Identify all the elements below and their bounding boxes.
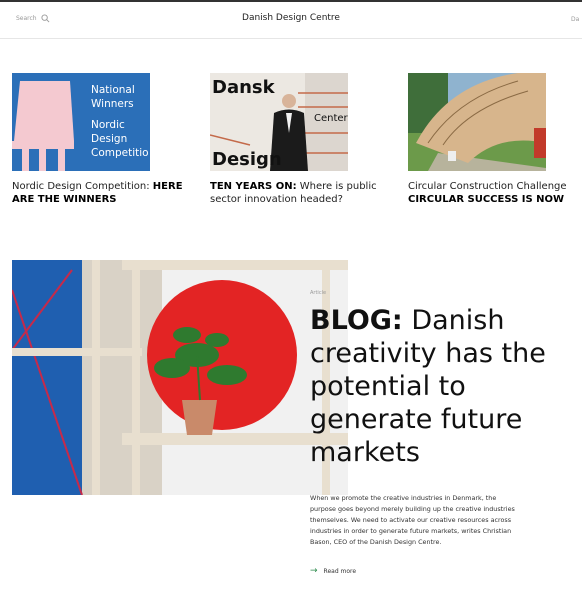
pavilion-photo xyxy=(408,73,546,171)
caption-lead: Nordic Design Competition: xyxy=(12,181,153,192)
card-image-ten-years[interactable]: Dansk Center Design xyxy=(210,73,348,171)
read-more-link[interactable]: → Read more xyxy=(310,566,570,576)
featured-article-image[interactable] xyxy=(12,260,348,495)
featured-article: Article BLOG: Danish creativity has the … xyxy=(310,290,570,576)
image-text: Nordic xyxy=(91,119,125,131)
site-header: Search Danish Design Centre Da xyxy=(0,2,582,39)
image-text: Design xyxy=(91,133,128,145)
news-card-circular[interactable]: Circular Construction Challenge CIRCULAR… xyxy=(408,73,567,205)
card-caption[interactable]: Nordic Design Competition: HERE ARE THE … xyxy=(12,180,192,206)
site-title[interactable]: Danish Design Centre xyxy=(0,13,582,23)
card-caption[interactable]: Circular Construction Challenge CIRCULAR… xyxy=(408,180,582,206)
image-text: National xyxy=(91,84,135,96)
news-card-ten-years[interactable]: Dansk Center Design TEN YEARS ON: Where … xyxy=(210,73,377,205)
article-title-bold: BLOG: xyxy=(310,305,403,336)
image-text: Design xyxy=(212,149,282,170)
article-label: Article xyxy=(310,290,327,296)
card-image-nordic-design[interactable]: National Winners Nordic Design Competiti… xyxy=(12,73,150,171)
image-text: Dansk xyxy=(212,77,275,98)
image-text: Winners xyxy=(91,98,134,110)
arrow-right-icon: → xyxy=(310,566,318,576)
plant-on-shelf-photo xyxy=(12,260,348,495)
news-card-nordic-design[interactable]: National Winners Nordic Design Competiti… xyxy=(12,73,183,205)
caption-bold: CIRCULAR SUCCESS IS NOW xyxy=(408,194,565,205)
article-title[interactable]: BLOG: Danish creativity has the potentia… xyxy=(310,304,570,469)
card-image-circular[interactable] xyxy=(408,73,546,171)
header-right-link[interactable]: Da xyxy=(571,16,579,23)
caption-bold: TEN YEARS ON: xyxy=(210,181,297,192)
card-caption[interactable]: TEN YEARS ON: Where is public sector inn… xyxy=(210,180,390,206)
article-excerpt: When we promote the creative industries … xyxy=(310,494,515,546)
caption-lead: Circular Construction Challenge xyxy=(408,181,567,192)
image-text: Competitio xyxy=(91,147,149,159)
read-more-label: Read more xyxy=(323,567,357,575)
chair-graphic xyxy=(12,81,74,171)
image-text: Center xyxy=(314,113,348,124)
